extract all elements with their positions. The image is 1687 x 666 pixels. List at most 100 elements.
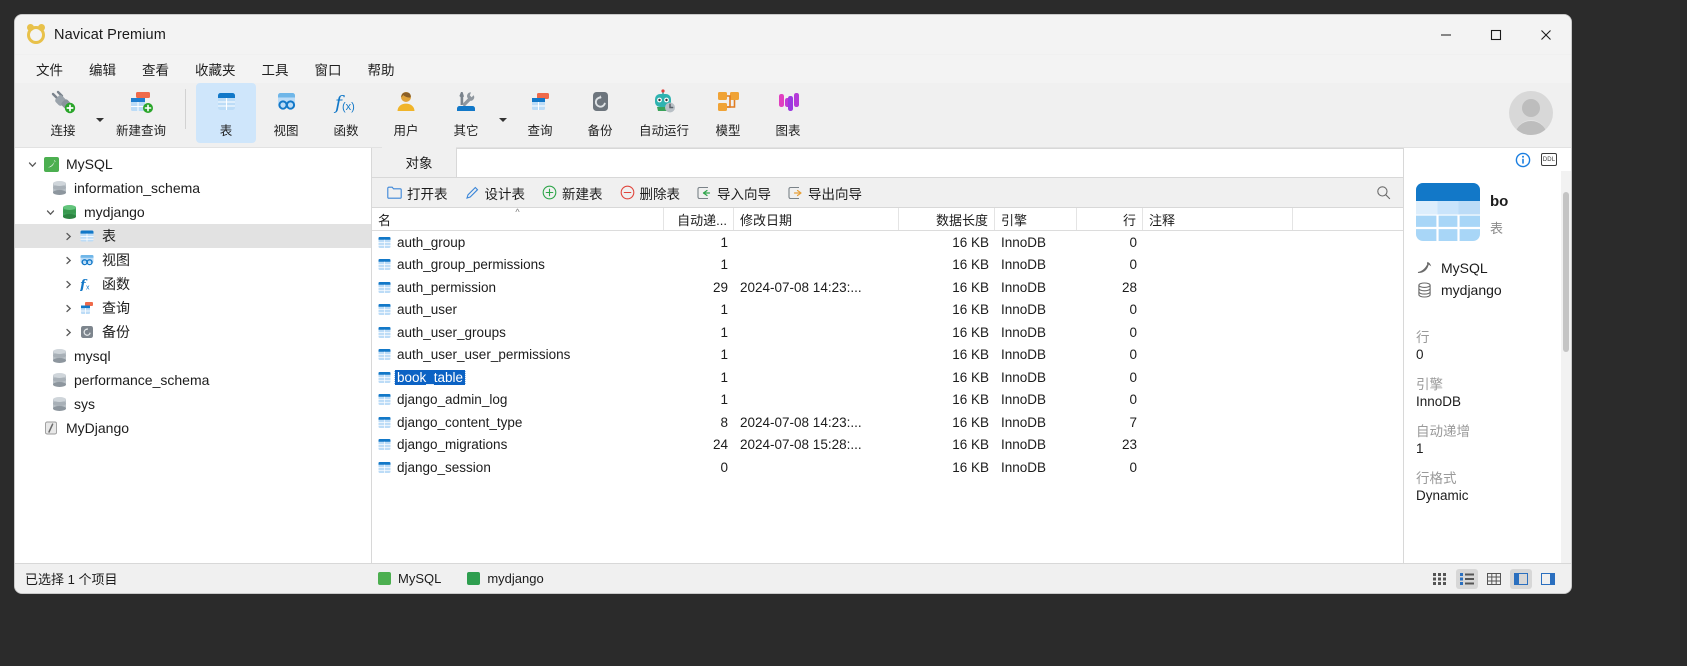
open-table-button[interactable]: 打开表 [380,180,455,206]
close-icon[interactable] [1521,15,1571,55]
table-row[interactable]: auth_permission 29 2024-07-08 14:23:... 16 … [372,276,1403,299]
detail-grid-view-icon[interactable] [1429,569,1451,589]
design-table-button[interactable]: 设计表 [458,180,533,206]
status-connection-mysql[interactable]: MySQL [378,571,441,586]
toolbar-user[interactable]: 用户 [376,83,436,143]
sidebar-item-tables[interactable]: 表 [15,224,371,248]
menu-item-window[interactable]: 窗口 [304,56,353,82]
tree-item-sys[interactable]: sys [15,392,371,416]
table-row[interactable]: auth_user_user_permissions 1 16 KB InnoDB 0 [372,344,1403,367]
chevron-down-icon[interactable] [23,160,41,169]
cell-engine: InnoDB [1001,324,1047,340]
list-view-icon[interactable] [1456,568,1478,589]
toolbar-query[interactable]: 查询 [510,83,570,143]
tree-item-mydjango[interactable]: mydjango [15,200,371,224]
window-controls [1421,15,1571,54]
chevron-down-icon[interactable] [41,208,59,217]
column-header-autoinc[interactable]: 自动递... [664,208,734,230]
connection-tree[interactable]: MySQL information_schema mydjango 表 视图 f… [15,148,372,563]
toolbar-backup-label: 备份 [587,124,613,138]
column-header-engine[interactable]: 引擎 [995,208,1077,230]
cell-name: auth_permission [372,280,664,295]
table-name-label: auth_permission [397,279,497,295]
toolbar-connection[interactable]: 连接 [33,83,93,143]
toolbar-model[interactable]: 模型 [698,83,758,143]
table-row[interactable]: django_migrations 24 2024-07-08 15:28:... 1… [372,434,1403,457]
toolbar-backup[interactable]: 备份 [570,83,630,143]
tree-item-performance-schema[interactable]: performance_schema [15,368,371,392]
tree-item-mydjango-model[interactable]: MyDjango [15,416,371,440]
cell-name: django_admin_log [372,392,664,407]
table-row[interactable]: auth_group 1 16 KB InnoDB 0 [372,231,1403,254]
toolbar-view[interactable]: 视图 [256,83,316,143]
column-header-modified[interactable]: 修改日期 [734,208,899,230]
export-wizard-button[interactable]: 导出向导 [781,180,869,206]
tree-item-label: sys [74,396,95,412]
toolbar-function[interactable]: f (x) 函数 [316,83,376,143]
delete-table-button[interactable]: 删除表 [613,180,688,206]
sidebar-item-views[interactable]: 视图 [15,248,371,272]
objects-grid[interactable]: 名 ^ 自动递... 修改日期 数据长度 引擎 行 注释 auth_group 1… [372,208,1403,563]
sidebar-item-queries[interactable]: 查询 [15,296,371,320]
table-name-label: auth_group_permissions [397,257,545,273]
menu-item-file[interactable]: 文件 [25,56,74,82]
table-row[interactable]: book_table 1 16 KB InnoDB 0 [372,366,1403,389]
object-toolbar: 打开表 设计表 新建表 删除表 导入向导 导出向导 [372,178,1403,208]
toolbar-chart[interactable]: 图表 [758,83,818,143]
info-scrollbar-thumb[interactable] [1563,192,1569,352]
menu-item-help[interactable]: 帮助 [357,56,406,82]
cell-length: 16 KB [952,324,989,340]
chevron-right-icon[interactable] [59,304,77,313]
tab-objects[interactable]: 对象 [382,147,456,177]
user-avatar[interactable] [1509,91,1553,135]
sidebar-item-functions[interactable]: fx 函数 [15,272,371,296]
table-icon [378,281,391,294]
column-header-length[interactable]: 数据长度 [899,208,995,230]
toolbar-new-query[interactable]: 新建查询 [107,83,175,143]
import-wizard-button[interactable]: 导入向导 [690,180,778,206]
chevron-right-icon[interactable] [59,256,77,265]
toolbar-model-label: 模型 [715,124,741,138]
toolbar-table[interactable]: 表 [196,83,256,143]
table-icon [209,87,243,117]
tree-item-information-schema[interactable]: information_schema [15,176,371,200]
tree-item-mysql[interactable]: MySQL [15,152,371,176]
new-table-button[interactable]: 新建表 [535,180,610,206]
ddl-icon[interactable]: DDL [1541,152,1557,168]
column-header-name[interactable]: 名 ^ [372,208,664,230]
table-row[interactable]: auth_group_permissions 1 16 KB InnoDB 0 [372,254,1403,277]
chevron-right-icon[interactable] [59,328,77,337]
minimize-icon[interactable] [1421,15,1471,55]
menu-item-view[interactable]: 查看 [131,56,180,82]
cell-autoinc: 1 [720,234,728,250]
cell-length: 16 KB [952,279,989,295]
table-row[interactable]: django_admin_log 1 16 KB InnoDB 0 [372,389,1403,412]
table-name-label: book_table [393,369,467,385]
column-header-rows[interactable]: 行 [1077,208,1143,230]
column-header-comment[interactable]: 注释 [1143,208,1293,230]
table-row[interactable]: django_content_type 8 2024-07-08 14:23:...… [372,411,1403,434]
menu-item-favorites[interactable]: 收藏夹 [184,56,247,82]
info-icon[interactable] [1515,152,1531,168]
chevron-right-icon[interactable] [59,280,77,289]
table-icon [378,326,391,339]
connection-dropdown-caret-icon[interactable] [93,83,107,143]
left-pane-toggle-icon[interactable] [1510,568,1532,589]
grid-rows[interactable]: auth_group 1 16 KB InnoDB 0 auth_group_permis… [372,231,1403,563]
menu-item-tools[interactable]: 工具 [251,56,300,82]
table-row[interactable]: auth_user_groups 1 16 KB InnoDB 0 [372,321,1403,344]
maximize-icon[interactable] [1471,15,1521,55]
toolbar-automation[interactable]: 自动运行 [630,83,698,143]
tree-item-mysql-db[interactable]: mysql [15,344,371,368]
chevron-right-icon[interactable] [59,232,77,241]
other-dropdown-caret-icon[interactable] [496,83,510,143]
table-row[interactable]: django_session 0 16 KB InnoDB 0 [372,456,1403,479]
search-icon[interactable] [1375,185,1391,201]
status-connection-database[interactable]: mydjango [467,571,544,586]
table-row[interactable]: auth_user 1 16 KB InnoDB 0 [372,299,1403,322]
grid-view-icon[interactable] [1483,569,1505,589]
sidebar-item-backups[interactable]: 备份 [15,320,371,344]
right-pane-toggle-icon[interactable] [1537,569,1559,589]
menu-item-edit[interactable]: 编辑 [78,56,127,82]
toolbar-other[interactable]: 其它 [436,83,496,143]
